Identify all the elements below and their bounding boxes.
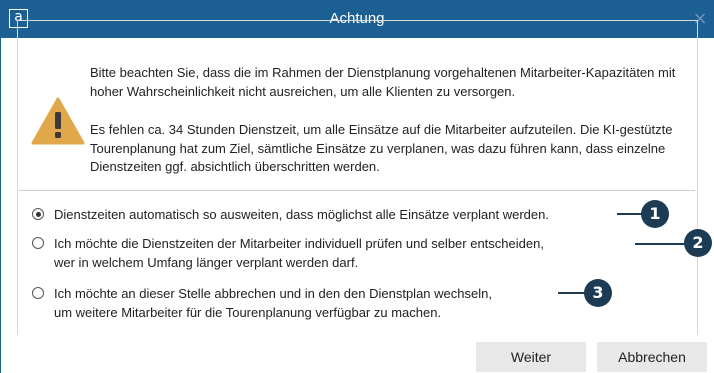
option-cancel-to-roster[interactable]: Ich möchte an dieser Stelle abbrechen un… — [32, 284, 492, 322]
option-2-label-line1: Ich möchte die Dienstzeiten der Mitarbei… — [54, 236, 544, 251]
radio-cancel-to-roster[interactable] — [32, 287, 44, 299]
divider — [19, 190, 695, 191]
warning-message-paragraph-2: Es fehlen ca. 34 Stunden Dienstzeit, um … — [90, 122, 673, 174]
callout-line-2 — [635, 243, 685, 245]
option-auto-extend[interactable]: Dienstzeiten automatisch so ausweiten, d… — [32, 205, 549, 224]
option-3-label-line1: Ich möchte an dieser Stelle abbrechen un… — [54, 286, 492, 301]
callout-line-3 — [558, 292, 586, 294]
option-1-label: Dienstzeiten automatisch so ausweiten, d… — [54, 207, 549, 222]
radio-check-individually[interactable] — [32, 237, 44, 249]
radio-auto-extend[interactable] — [32, 208, 44, 220]
option-2-label-line2: wer in welchem Umfang länger verplant we… — [54, 255, 359, 270]
cancel-button[interactable]: Abbrechen — [597, 342, 707, 372]
callout-badge-1: 1 — [641, 200, 669, 228]
option-check-individually[interactable]: Ich möchte die Dienstzeiten der Mitarbei… — [32, 234, 544, 272]
next-button[interactable]: Weiter — [476, 342, 586, 372]
warning-triangle-icon — [31, 97, 85, 145]
callout-line-1 — [617, 213, 643, 215]
option-3-label-line2: um weitere Mitarbeiter für die Tourenpla… — [54, 305, 442, 320]
callout-badge-2: 2 — [684, 229, 712, 257]
callout-badge-3: 3 — [584, 279, 612, 307]
warning-message-paragraph-1: Bitte beachten Sie, dass die im Rahmen d… — [90, 65, 676, 99]
